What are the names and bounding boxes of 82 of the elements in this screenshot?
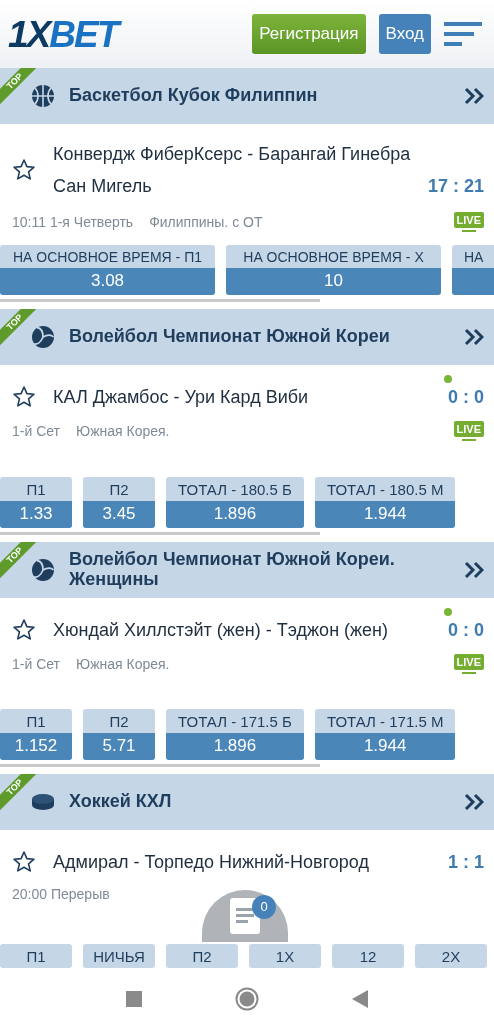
odds-button[interactable]: ТОТАЛ - 180.5 Б 1.896 <box>166 477 304 528</box>
star-icon <box>12 385 36 409</box>
odds-value: 3.45 <box>83 501 155 528</box>
menu-icon <box>444 22 482 46</box>
match-score: 17 : 21 <box>427 176 484 196</box>
odds-button[interactable]: П2 <box>166 944 238 968</box>
odds-label: ТОТАЛ - 171.5 Б <box>177 712 293 732</box>
match-score: 1 : 1 <box>447 852 484 872</box>
document-icon <box>230 898 260 934</box>
match-teams[interactable]: Хюндай Хиллстэйт (жен) - Тэджон (жен) <box>53 614 431 646</box>
league-header[interactable]: TOP Волейбол Чемпионат Южной Кореи <box>0 309 494 365</box>
home-icon <box>235 987 259 1011</box>
odds-label: П1 <box>25 480 47 500</box>
double-chevron-icon <box>464 328 484 346</box>
count-badge: 0 <box>252 895 276 919</box>
odds-label: ТОТАЛ - 180.5 М <box>325 480 445 500</box>
odds-value: 5.71 <box>83 733 155 760</box>
odds-button[interactable]: 2Х <box>415 944 487 968</box>
odds-label: П1 <box>25 712 47 732</box>
odds-button[interactable]: НА ОСНОВНОЕ ВРЕМЯ - Х 10 <box>226 245 441 295</box>
odds-label: П2 <box>108 712 130 732</box>
double-chevron-icon <box>464 793 484 811</box>
league-title: Волейбол Чемпионат Южной Кореи <box>69 327 391 347</box>
recents-icon <box>126 991 143 1007</box>
match-info: 20:00 Перерыв <box>12 886 110 902</box>
match-info: 1-й Сет <box>12 423 60 439</box>
odds-button[interactable]: ТОТАЛ - 180.5 М 1.944 <box>314 477 456 528</box>
star-icon <box>12 618 36 642</box>
odds-button[interactable]: НА <box>452 245 494 295</box>
league-title: Баскетбол Кубок Филиппин <box>69 86 319 106</box>
league-header[interactable]: TOP Баскетбол Кубок Филиппин <box>0 68 494 124</box>
odds-value: 1.896 <box>166 733 304 760</box>
odds-label: ТОТАЛ - 171.5 М <box>325 712 445 732</box>
basketball-icon <box>31 84 55 108</box>
match-score: 0 : 0 <box>447 620 484 640</box>
match-info: Филиппины. с ОТ <box>149 214 263 230</box>
match-score: 0 : 0 <box>447 387 484 407</box>
odds-value: 10 <box>226 268 441 295</box>
odds-value: 1.944 <box>314 501 456 528</box>
odds-label: НА ОСНОВНОЕ ВРЕМЯ - П1 <box>12 248 203 267</box>
login-button[interactable]: Вход <box>378 14 431 54</box>
match-teams[interactable]: Адмирал - Торпедо Нижний-Новгород <box>53 846 431 878</box>
odds-button[interactable]: П1 1.33 <box>0 477 72 528</box>
volleyball-icon <box>31 558 55 582</box>
back-icon <box>351 990 368 1008</box>
odds-button[interactable]: 12 <box>332 944 404 968</box>
league-header[interactable]: TOP Волейбол Чемпионат Южной Кореи. Женщины <box>0 542 494 598</box>
odds-button[interactable]: ТОТАЛ - 171.5 Б 1.896 <box>166 709 304 760</box>
odds-button[interactable]: 1Х <box>249 944 321 968</box>
odds-button[interactable]: П1 <box>0 944 72 968</box>
league-title: Волейбол Чемпионат Южной Кореи. Женщины <box>69 550 396 590</box>
league-header[interactable]: TOP Хоккей КХЛ <box>0 774 494 830</box>
odds-button[interactable]: П1 1.152 <box>0 709 72 760</box>
odds-value: 1.33 <box>0 501 72 528</box>
match-teams[interactable]: Конвердж ФиберКсерс - Барангай Гинебра Сан Мигель <box>53 138 411 202</box>
logo[interactable]: 1XBET <box>8 15 122 53</box>
odds-label: ТОТАЛ - 180.5 Б <box>177 480 293 500</box>
match-info: 1-й Сет <box>12 656 60 672</box>
match-info: Южная Корея. <box>76 423 170 439</box>
star-icon <box>12 158 36 182</box>
double-chevron-icon <box>464 561 484 579</box>
double-chevron-icon <box>464 87 484 105</box>
odds-value: 1.944 <box>314 733 456 760</box>
odds-button[interactable]: П2 3.45 <box>83 477 155 528</box>
odds-label: НА ОСНОВНОЕ ВРЕМЯ - Х <box>242 248 425 267</box>
volleyball-icon <box>31 325 55 349</box>
match-info: 10:11 1-я Четверть <box>12 214 134 230</box>
odds-button[interactable]: ТОТАЛ - 171.5 М 1.944 <box>314 709 456 760</box>
odds-value: 3.08 <box>0 268 215 295</box>
match-info: Южная Корея. <box>76 656 170 672</box>
league-title: Хоккей КХЛ <box>69 792 173 812</box>
odds-label: П2 <box>108 480 130 500</box>
bet-slip-button[interactable]: 0 <box>202 890 288 942</box>
puck-icon <box>31 792 55 812</box>
odds-button[interactable]: НИЧЬЯ <box>83 944 155 968</box>
star-icon <box>12 850 36 874</box>
odds-label: НА <box>463 248 485 267</box>
odds-button[interactable]: П2 5.71 <box>83 709 155 760</box>
match-teams[interactable]: КАЛ Джамбос - Ури Кард Виби <box>53 381 431 413</box>
odds-value: 1.152 <box>0 733 72 760</box>
odds-value: 1.896 <box>166 501 304 528</box>
odds-button[interactable]: НА ОСНОВНОЕ ВРЕМЯ - П1 3.08 <box>0 245 215 295</box>
